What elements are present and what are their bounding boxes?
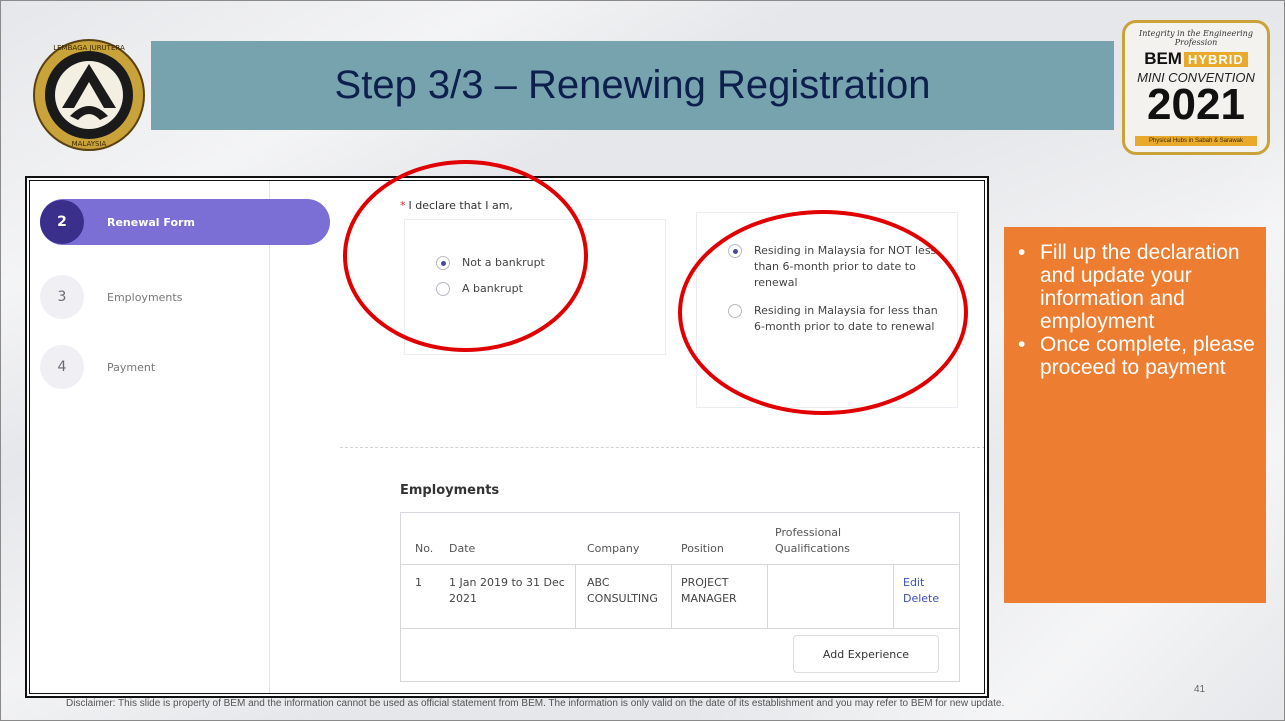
column-header-qualifications: Professional Qualifications xyxy=(775,526,851,555)
table-divider xyxy=(401,564,959,565)
logo-footer: Physical Hubs in Sabah & Sarawak xyxy=(1135,136,1257,146)
step-payment[interactable]: 4 Payment xyxy=(40,344,155,390)
delete-link[interactable]: Delete xyxy=(903,591,939,607)
column-header-date: Date xyxy=(449,542,476,555)
step-label: Employments xyxy=(107,290,183,304)
logo-brand: BEM xyxy=(1144,49,1182,68)
svg-text:MALAYSIA: MALAYSIA xyxy=(72,140,107,148)
section-divider xyxy=(340,447,984,448)
bem-convention-logo: Integrity in the Engineering Profession … xyxy=(1122,20,1270,155)
instruction-item: Once complete, please proceed to payment xyxy=(1014,333,1256,379)
instructions-box: Fill up the declaration and update your … xyxy=(1004,227,1266,603)
annotation-circle-bankruptcy xyxy=(343,160,588,352)
cell-no: 1 xyxy=(415,576,422,589)
step-employments[interactable]: 3 Employments xyxy=(40,274,182,320)
svg-text:LEMBAGA JURUTERA: LEMBAGA JURUTERA xyxy=(53,44,125,52)
instruction-item: Fill up the declaration and update your … xyxy=(1014,241,1256,333)
step-number: 3 xyxy=(40,275,84,319)
step-label: Payment xyxy=(107,360,156,374)
slide-title-bar: Step 3/3 – Renewing Registration xyxy=(151,41,1114,130)
step-number: 2 xyxy=(40,200,84,244)
column-divider xyxy=(575,564,576,628)
column-divider xyxy=(767,564,768,628)
logo-tagline: Integrity in the Engineering Profession xyxy=(1139,29,1253,47)
add-experience-button[interactable]: Add Experience xyxy=(793,635,939,673)
logo-hybrid: HYBRID xyxy=(1183,51,1248,67)
column-divider xyxy=(671,564,672,628)
annotation-circle-residency xyxy=(678,210,968,415)
column-divider xyxy=(893,564,894,628)
disclaimer-text: Disclaimer: This slide is property of BE… xyxy=(66,698,1005,709)
cell-date: 1 Jan 2019 to 31 Dec 2021 xyxy=(449,576,565,605)
step-renewal-form[interactable]: 2 Renewal Form xyxy=(40,199,330,245)
column-header-position: Position xyxy=(681,542,724,555)
step-label: Renewal Form xyxy=(107,215,195,229)
employments-heading: Employments xyxy=(400,483,500,498)
employments-table: No. Date Company Position Professional Q… xyxy=(400,512,960,682)
edit-link[interactable]: Edit xyxy=(903,575,924,591)
column-header-company: Company xyxy=(587,542,640,555)
table-divider xyxy=(401,628,959,629)
slide-title: Step 3/3 – Renewing Registration xyxy=(334,63,931,107)
cell-company: ABC CONSULTING xyxy=(587,576,658,605)
column-header-no: No. xyxy=(415,542,434,555)
steps-sidebar: 2 Renewal Form 3 Employments 4 Payment xyxy=(30,181,330,693)
logo-year: 2021 xyxy=(1147,80,1245,129)
step-number: 4 xyxy=(40,345,84,389)
bem-seal-logo: LEMBAGA JURUTERA MALAYSIA xyxy=(30,36,148,154)
page-number: 41 xyxy=(1194,684,1206,695)
cell-position: PROJECT MANAGER xyxy=(681,576,737,605)
